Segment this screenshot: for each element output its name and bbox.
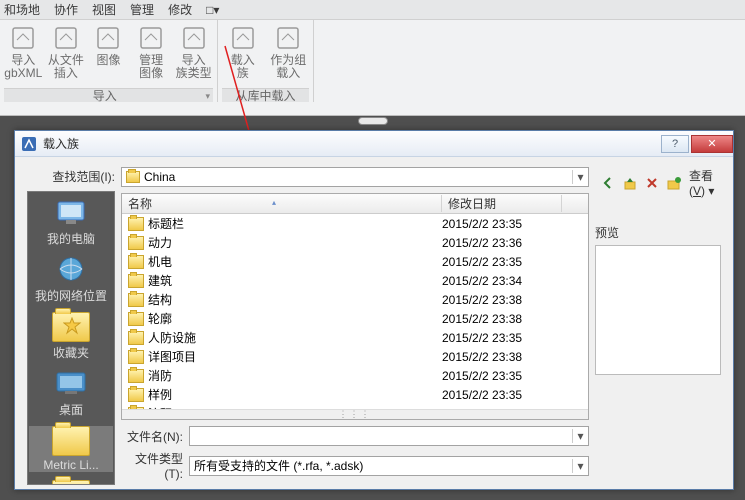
import-from-file-button[interactable]: 从文件插入: [47, 22, 86, 80]
places-bar: 我的电脑我的网络位置收藏夹桌面 Metric Li... Metric De...: [27, 191, 115, 485]
load-family-dialog: 载入族 ? ✕ 查找范围(I): 我的电脑我的网络位置收藏夹桌面 Metric L…: [14, 130, 734, 490]
folder-icon: [128, 274, 144, 288]
place-metric-de[interactable]: Metric De...: [29, 480, 113, 485]
filename-combo[interactable]: ▾: [189, 426, 589, 446]
list-item[interactable]: 动力 2015/2/2 23:36: [122, 233, 588, 252]
delete-button[interactable]: [645, 174, 659, 192]
filetype-label: 文件类型(T):: [121, 450, 183, 481]
menu-modify[interactable]: 修改: [168, 1, 192, 18]
folder-icon: [128, 369, 144, 383]
load-family-button[interactable]: 载入族: [222, 22, 264, 80]
file-list: 名称▴ 修改日期 标题栏 2015/2/2 23:35 动力 2015/2/2 …: [121, 193, 589, 420]
folder-icon: [128, 350, 144, 364]
menu-manage[interactable]: 管理: [130, 1, 154, 18]
preview-box: [595, 245, 721, 375]
app-icon: [21, 136, 37, 152]
chevron-down-icon[interactable]: ▾: [572, 170, 588, 184]
list-item[interactable]: 标题栏 2015/2/2 23:35: [122, 214, 588, 233]
folder-icon: [128, 388, 144, 402]
preview-label: 预览: [595, 224, 721, 241]
folder-icon: [128, 407, 144, 410]
folder-icon: [128, 236, 144, 250]
up-button[interactable]: [623, 174, 637, 192]
folder-icon: [128, 217, 144, 231]
newfolder-button[interactable]: [667, 174, 681, 192]
lookin-value: China: [144, 170, 175, 184]
ribbon-group-loadlib-label: 从库中载入: [235, 89, 295, 103]
resize-gripper[interactable]: ⋮⋮⋮: [122, 409, 588, 419]
ribbon-group-loadlib: 载入族 作为组载入 从库中载入: [218, 20, 314, 102]
help-button[interactable]: ?: [661, 135, 689, 153]
image-button[interactable]: 图像: [89, 22, 128, 80]
menu-site[interactable]: 和场地: [4, 1, 40, 18]
list-item[interactable]: 结构 2015/2/2 23:38: [122, 290, 588, 309]
load-as-group-button[interactable]: 作为组载入: [268, 22, 310, 80]
ribbon-collapse-handle[interactable]: [358, 117, 388, 125]
column-header-name[interactable]: 名称▴: [122, 195, 442, 212]
dialog-title: 载入族: [43, 135, 659, 152]
filetype-combo[interactable]: 所有受支持的文件 (*.rfa, *.adsk)▾: [189, 456, 589, 476]
list-item[interactable]: 人防设施 2015/2/2 23:35: [122, 328, 588, 347]
folder-icon: [128, 312, 144, 326]
menu-module-picker[interactable]: □▾: [206, 3, 219, 17]
list-item[interactable]: 轮廓 2015/2/2 23:38: [122, 309, 588, 328]
import-gbxml-button[interactable]: 导入gbXML: [4, 22, 43, 80]
menu-collab[interactable]: 协作: [54, 1, 78, 18]
back-button[interactable]: [601, 174, 615, 192]
column-header-date[interactable]: 修改日期: [442, 195, 562, 212]
list-item[interactable]: 建筑 2015/2/2 23:34: [122, 271, 588, 290]
filename-label: 文件名(N):: [121, 428, 183, 445]
place-network[interactable]: 我的网络位置: [29, 255, 113, 304]
folder-icon: [128, 331, 144, 345]
list-item[interactable]: 消防 2015/2/2 23:35: [122, 366, 588, 385]
ribbon-group-import-label: 导入: [93, 89, 117, 103]
list-item[interactable]: 样例 2015/2/2 23:35: [122, 385, 588, 404]
place-mycomputer[interactable]: 我的电脑: [29, 198, 113, 247]
import-family-types-button[interactable]: 导入族类型: [174, 22, 213, 80]
lookin-label: 查找范围(I):: [27, 167, 115, 187]
folder-icon: [126, 171, 140, 183]
lookin-combo[interactable]: China ▾: [121, 167, 589, 187]
menu-view[interactable]: 视图: [92, 1, 116, 18]
ribbon-group-import: 导入gbXML 从文件插入 图像 管理图像 导入族类型 导入▾: [0, 20, 218, 102]
place-favorites[interactable]: 收藏夹: [29, 312, 113, 361]
place-desktop[interactable]: 桌面: [29, 369, 113, 418]
folder-icon: [128, 293, 144, 307]
place-metric-li[interactable]: Metric Li...: [29, 426, 113, 472]
list-item[interactable]: 详图项目 2015/2/2 23:38: [122, 347, 588, 366]
menubar: 和场地 协作 视图 管理 修改 □▾: [0, 0, 745, 20]
folder-icon: [128, 255, 144, 269]
close-button[interactable]: ✕: [691, 135, 733, 153]
view-menu[interactable]: 查看(V) ▾: [689, 167, 721, 198]
list-item[interactable]: 机电 2015/2/2 23:35: [122, 252, 588, 271]
manage-images-button[interactable]: 管理图像: [132, 22, 171, 80]
